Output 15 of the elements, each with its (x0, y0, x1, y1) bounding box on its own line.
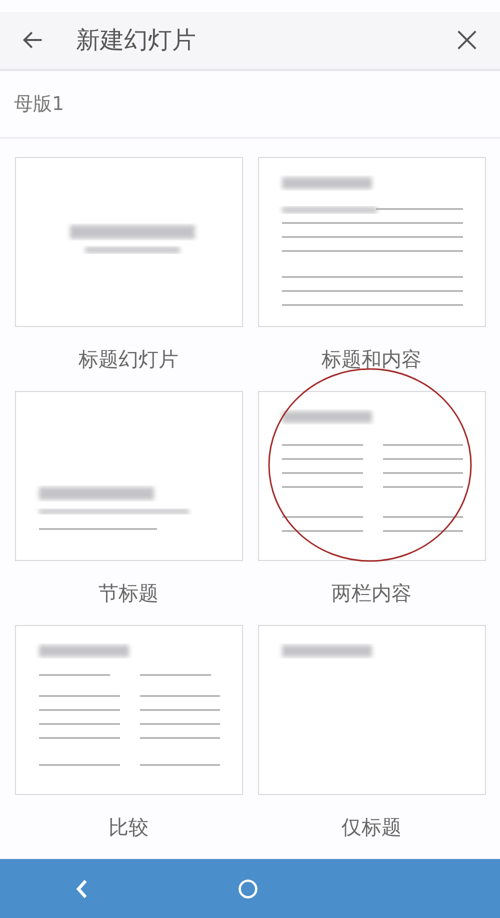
layout-thumbnail[interactable] (258, 157, 486, 328)
layout-label: 两栏内容 (332, 580, 412, 607)
layout-thumbnail[interactable] (14, 157, 242, 328)
layout-label: 节标题 (98, 580, 158, 607)
layout-label: 比较 (108, 814, 148, 841)
layout-thumbnail[interactable] (258, 391, 486, 562)
layout-thumbnail[interactable] (14, 391, 242, 562)
layout-thumbnail[interactable] (14, 625, 242, 796)
section-title: 母版1 (14, 92, 64, 118)
layout-thumbnail[interactable] (258, 625, 486, 796)
layout-label: 标题幻灯片 (78, 346, 178, 373)
layout-label: 标题和内容 (322, 346, 422, 373)
home-icon[interactable] (237, 878, 259, 900)
layout-label: 仅标题 (342, 814, 402, 841)
page-title: 新建幻灯片 (76, 25, 197, 56)
